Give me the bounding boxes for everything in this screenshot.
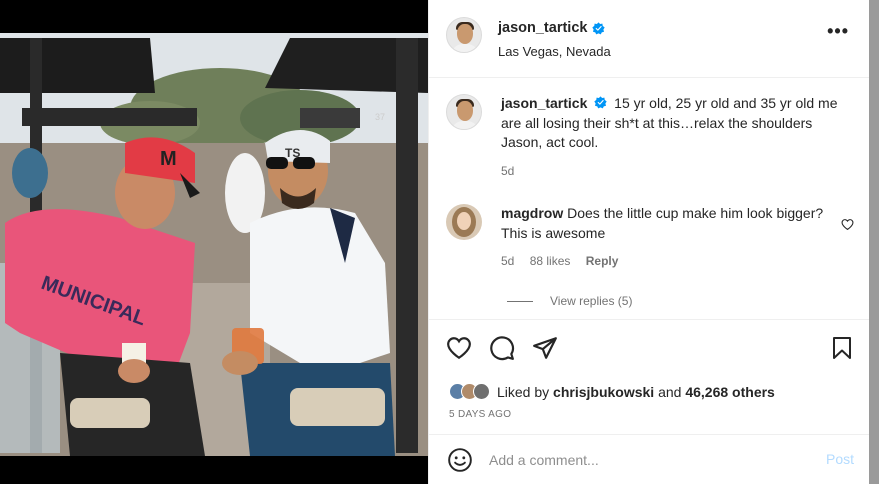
like-heart-icon[interactable] bbox=[446, 335, 472, 361]
post-modal: 37 MUNICIPAL M TS jason_tartick Las Vega… bbox=[0, 0, 870, 484]
author-username[interactable]: jason_tartick bbox=[498, 20, 587, 36]
photo-letterbox-bottom bbox=[0, 456, 428, 484]
photo-letterbox-top bbox=[0, 0, 428, 33]
post-actions: Liked by chrisjbukowski and 46,268 other… bbox=[429, 319, 870, 434]
comment-row: magdrow Does the little cup make him loo… bbox=[446, 204, 856, 268]
add-comment-bar: Post bbox=[429, 434, 870, 484]
view-replies-button[interactable]: View replies (5) bbox=[507, 294, 632, 308]
post-location[interactable]: Las Vegas, Nevada bbox=[498, 44, 611, 59]
post-photo[interactable]: 37 MUNICIPAL M TS bbox=[0, 0, 428, 484]
caption-meta: 5d bbox=[501, 162, 841, 182]
likes-summary: Liked by chrisjbukowski and 46,268 other… bbox=[449, 383, 775, 400]
comment-like-heart-icon[interactable] bbox=[841, 218, 854, 231]
action-icons bbox=[446, 335, 558, 361]
more-options-icon[interactable]: ••• bbox=[827, 22, 849, 40]
add-comment-input[interactable] bbox=[489, 451, 789, 468]
liker-avatar[interactable] bbox=[473, 383, 490, 400]
liked-by-user[interactable]: chrisjbukowski bbox=[553, 384, 654, 400]
share-send-icon[interactable] bbox=[532, 335, 558, 361]
comment-likes[interactable]: 88 likes bbox=[530, 254, 571, 268]
backdrop-edge bbox=[869, 0, 879, 484]
post-date[interactable]: 5 DAYS AGO bbox=[449, 409, 511, 420]
comment-meta: 5d 88 likes Reply bbox=[501, 252, 841, 272]
liked-by-others[interactable]: 46,268 others bbox=[685, 384, 775, 400]
cart-number: 37 bbox=[375, 112, 385, 122]
post-side-panel: jason_tartick Las Vegas, Nevada ••• jaso… bbox=[428, 0, 870, 484]
liked-by-conj: and bbox=[658, 383, 682, 400]
comment-age: 5d bbox=[501, 254, 515, 268]
author-avatar[interactable] bbox=[446, 17, 482, 53]
comment-username[interactable]: magdrow bbox=[501, 205, 563, 221]
caption-username[interactable]: jason_tartick bbox=[501, 95, 587, 111]
replies-divider-line bbox=[507, 300, 533, 302]
post-comment-button[interactable]: Post bbox=[826, 451, 854, 467]
comments-list: jason_tartick 15 yr old, 25 yr old and 3… bbox=[429, 79, 870, 319]
verified-badge-icon bbox=[592, 21, 606, 34]
liked-by-prefix: Liked by bbox=[497, 383, 550, 400]
save-bookmark-button[interactable] bbox=[830, 335, 854, 361]
reply-button[interactable]: Reply bbox=[586, 254, 619, 268]
view-replies-label: View replies (5) bbox=[550, 294, 633, 308]
caption-age: 5d bbox=[501, 163, 515, 178]
caption-avatar[interactable] bbox=[446, 94, 482, 130]
photo-scene: 37 MUNICIPAL M TS bbox=[0, 33, 428, 456]
comment-bubble-icon[interactable] bbox=[489, 335, 515, 361]
hat-letter: M bbox=[160, 148, 177, 170]
author-username-row: jason_tartick bbox=[498, 20, 606, 36]
emoji-icon[interactable] bbox=[447, 447, 473, 473]
verified-badge-icon bbox=[594, 96, 607, 109]
bookmark-icon[interactable] bbox=[830, 335, 854, 361]
post-header: jason_tartick Las Vegas, Nevada ••• bbox=[429, 0, 869, 78]
commenter-avatar[interactable] bbox=[446, 204, 482, 240]
liker-avatars bbox=[449, 383, 490, 400]
